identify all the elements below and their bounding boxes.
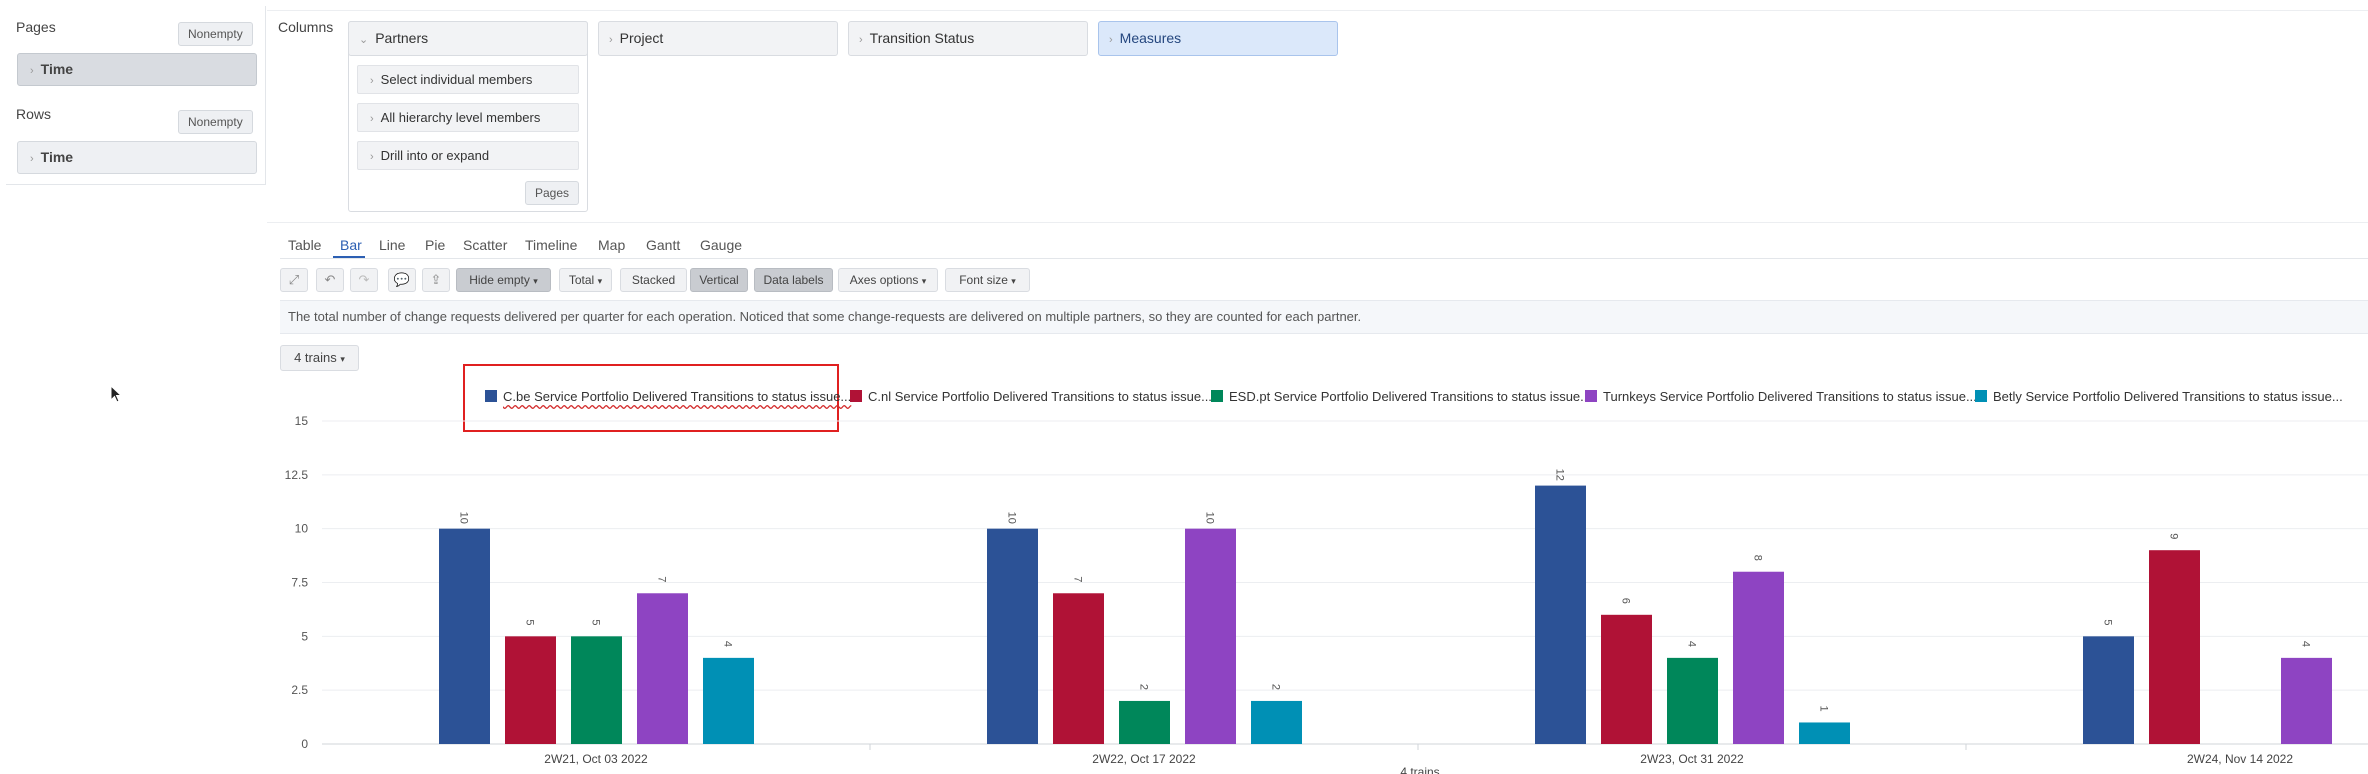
bar	[1119, 700, 1170, 744]
bar	[1667, 657, 1718, 744]
x-axis-title: 4 trains	[1400, 765, 1439, 774]
data-label: 7	[1072, 576, 1084, 582]
data-label: 5	[2102, 619, 2114, 625]
bar	[1251, 700, 1302, 744]
bar	[1053, 593, 1104, 744]
bar	[1733, 571, 1784, 744]
data-label: 2	[1270, 684, 1282, 690]
data-label: 10	[1204, 512, 1216, 524]
bar	[2281, 657, 2332, 744]
y-tick-label: 0	[301, 737, 308, 751]
x-tick-label: 2W23, Oct 31 2022	[1640, 752, 1744, 766]
bar-chart: 02.557.51012.515105 5742W21, Oct 03 20221…	[285, 414, 2368, 774]
y-tick-label: 5	[301, 629, 308, 643]
y-tick-label: 15	[295, 414, 309, 428]
data-label: 4	[2300, 641, 2312, 647]
data-label: 5	[590, 619, 602, 625]
data-label: 1	[1818, 705, 1830, 711]
data-label: 5	[524, 619, 536, 625]
y-tick-label: 12.5	[285, 468, 309, 482]
bar	[2083, 636, 2134, 744]
mouse-cursor-icon	[110, 385, 123, 403]
bar	[505, 636, 556, 744]
bar	[571, 636, 622, 744]
data-label: 10	[458, 512, 470, 524]
bar	[987, 528, 1038, 744]
x-tick-label: 2W21, Oct 03 2022	[544, 752, 648, 766]
bar	[703, 657, 754, 744]
bar	[1185, 528, 1236, 744]
bar	[1799, 722, 1850, 744]
data-label: 9	[2168, 533, 2180, 539]
bar	[2149, 550, 2200, 744]
data-label: 6	[1620, 598, 1632, 604]
data-label: 8	[1752, 555, 1764, 561]
data-label: 7	[656, 576, 668, 582]
y-tick-label: 2.5	[291, 683, 308, 697]
x-tick-label: 2W24, Nov 14 2022	[2187, 752, 2293, 766]
data-label: 2	[1138, 684, 1150, 690]
bar	[1601, 614, 1652, 744]
bar	[1535, 485, 1586, 744]
y-tick-label: 10	[295, 522, 309, 536]
data-label: 4	[722, 641, 734, 647]
bar	[439, 528, 490, 744]
x-tick-label: 2W22, Oct 17 2022	[1092, 752, 1196, 766]
data-label: 12	[1554, 469, 1566, 481]
data-label: 4	[1686, 641, 1698, 647]
bar	[637, 593, 688, 744]
data-label: 10	[1006, 512, 1018, 524]
y-tick-label: 7.5	[291, 576, 308, 590]
